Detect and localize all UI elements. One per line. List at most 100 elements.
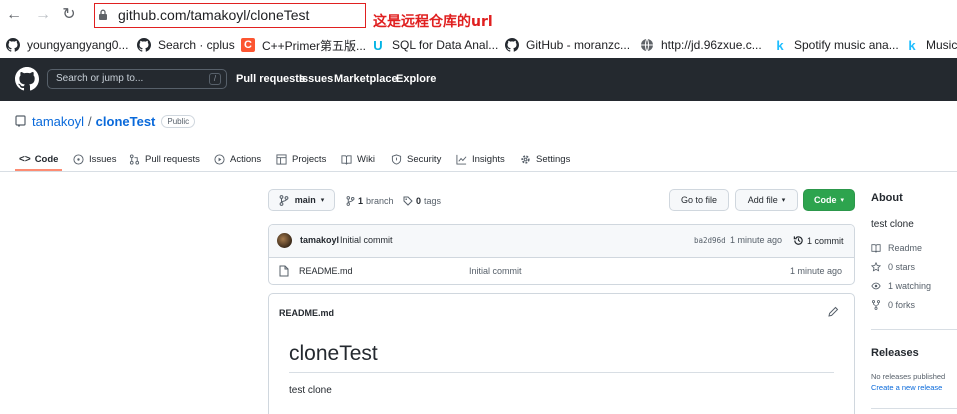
bookmark-item[interactable]: C C++Primer第五版... bbox=[241, 36, 366, 54]
tab-security[interactable]: Security bbox=[391, 151, 441, 167]
forks-link[interactable]: 0 forks bbox=[871, 300, 915, 310]
chevron-down-icon: ▾ bbox=[840, 197, 844, 204]
create-release-link[interactable]: Create a new release bbox=[871, 383, 942, 392]
github-icon bbox=[137, 38, 151, 52]
lock-icon bbox=[99, 9, 107, 20]
search-input[interactable]: Search or jump to... / bbox=[47, 69, 227, 89]
watching-link[interactable]: 1 watching bbox=[871, 281, 931, 291]
tag-icon bbox=[403, 196, 413, 206]
bookmark-item[interactable]: youngyangyang0... bbox=[6, 36, 128, 54]
repo-separator: / bbox=[88, 113, 92, 129]
address-text: github.com/tamakoyl/cloneTest bbox=[118, 7, 310, 23]
url-annotation: 这是远程仓库的url bbox=[373, 14, 493, 30]
visibility-badge: Public bbox=[161, 114, 196, 128]
graph-icon bbox=[456, 154, 467, 165]
file-name-link[interactable]: README.md bbox=[299, 266, 353, 276]
stars-link[interactable]: 0 stars bbox=[871, 262, 915, 272]
active-tab-underline bbox=[15, 169, 62, 171]
shield-icon bbox=[391, 153, 402, 165]
globe-icon bbox=[641, 38, 653, 52]
tab-code[interactable]: <> Code bbox=[19, 151, 58, 167]
book-icon bbox=[871, 244, 881, 253]
tab-pull-requests[interactable]: Pull requests bbox=[129, 151, 200, 167]
tags-link[interactable]: 0 tags bbox=[403, 194, 441, 208]
bookmark-item[interactable]: k Spotify music ana... bbox=[773, 36, 898, 54]
avatar[interactable] bbox=[277, 233, 292, 248]
file-time: 1 minute ago bbox=[790, 266, 843, 276]
branch-icon bbox=[346, 196, 355, 206]
tab-insights[interactable]: Insights bbox=[456, 151, 505, 167]
tab-projects[interactable]: Projects bbox=[276, 151, 326, 167]
repo-name-link[interactable]: cloneTest bbox=[96, 114, 156, 129]
commit-message[interactable]: Initial commit bbox=[340, 235, 393, 245]
table-row: README.md Initial commit 1 minute ago bbox=[269, 258, 854, 284]
sidebar-divider bbox=[871, 329, 957, 330]
commit-sha[interactable]: ba2d96d bbox=[694, 236, 726, 245]
nav-pull-requests[interactable]: Pull requests bbox=[236, 73, 305, 85]
nav-marketplace[interactable]: Marketplace bbox=[334, 73, 398, 85]
fork-icon bbox=[872, 300, 880, 310]
commit-time: 1 minute ago bbox=[730, 235, 783, 245]
branch-select-button[interactable]: main ▾ bbox=[268, 189, 335, 211]
issue-icon bbox=[73, 153, 84, 165]
code-button[interactable]: Code ▾ bbox=[803, 189, 855, 211]
file-list: tamakoyl Initial commit ba2d96d 1 minute… bbox=[268, 224, 855, 285]
commit-count-link[interactable]: 1 commit bbox=[793, 235, 844, 246]
repo-description: test clone bbox=[871, 219, 914, 230]
tab-issues[interactable]: Issues bbox=[73, 151, 116, 167]
book-icon bbox=[341, 154, 352, 165]
kaggle-icon: k bbox=[908, 37, 916, 53]
nav-explore[interactable]: Explore bbox=[396, 73, 436, 85]
file-commit-message[interactable]: Initial commit bbox=[469, 266, 522, 276]
branches-link[interactable]: 1 branch bbox=[346, 194, 394, 208]
readme-body: test clone bbox=[289, 385, 332, 396]
readme-link[interactable]: Readme bbox=[871, 243, 922, 253]
branch-icon bbox=[279, 194, 289, 206]
bookmark-item[interactable]: U SQL for Data Anal... bbox=[371, 36, 498, 54]
csdn-icon: C bbox=[241, 38, 255, 52]
tab-wiki[interactable]: Wiki bbox=[341, 151, 375, 167]
readme-panel: README.md cloneTest test clone bbox=[268, 293, 855, 414]
forward-icon[interactable]: → bbox=[34, 6, 52, 24]
chevron-down-icon: ▾ bbox=[320, 197, 325, 204]
code-icon: <> bbox=[19, 153, 31, 165]
go-to-file-button[interactable]: Go to file bbox=[669, 189, 729, 211]
about-heading: About bbox=[871, 192, 903, 204]
bookmark-item[interactable]: Search · cplus bbox=[137, 36, 235, 54]
udacity-icon: U bbox=[373, 37, 383, 53]
readme-header: README.md bbox=[279, 308, 335, 318]
github-icon bbox=[505, 38, 519, 52]
play-icon bbox=[214, 153, 225, 165]
github-logo-icon[interactable] bbox=[15, 67, 39, 91]
sidebar-divider bbox=[871, 408, 957, 409]
repo-title: tamakoyl / cloneTest Public bbox=[15, 111, 196, 131]
github-header: Search or jump to... / Pull requests Iss… bbox=[0, 58, 957, 101]
repo-icon bbox=[15, 115, 26, 127]
no-releases-text: No releases published bbox=[871, 372, 946, 381]
star-icon bbox=[871, 262, 881, 272]
commit-author[interactable]: tamakoyl bbox=[300, 235, 339, 245]
releases-heading[interactable]: Releases bbox=[871, 347, 919, 359]
tab-settings[interactable]: Settings bbox=[520, 151, 570, 167]
gear-icon bbox=[521, 154, 530, 164]
tab-actions[interactable]: Actions bbox=[214, 151, 261, 167]
reload-icon[interactable]: ↻ bbox=[60, 6, 78, 24]
latest-commit-row: tamakoyl Initial commit ba2d96d 1 minute… bbox=[269, 225, 854, 258]
readme-title: cloneTest bbox=[289, 342, 378, 365]
table-icon bbox=[276, 153, 287, 165]
bookmark-item[interactable]: k Music bbox=[905, 36, 957, 54]
pencil-icon[interactable] bbox=[827, 306, 839, 318]
history-icon bbox=[793, 236, 803, 245]
repo-owner-link[interactable]: tamakoyl bbox=[32, 114, 84, 129]
nav-issues[interactable]: Issues bbox=[299, 73, 333, 85]
browser-toolbar: ← → ↻ github.com/tamakoyl/cloneTest 这是远程… bbox=[0, 0, 957, 33]
add-file-button[interactable]: Add file ▾ bbox=[735, 189, 798, 211]
pull-request-icon bbox=[129, 153, 140, 165]
readme-divider bbox=[289, 372, 834, 373]
back-icon[interactable]: ← bbox=[5, 6, 23, 24]
bookmark-item[interactable]: http://jd.96zxue.c... bbox=[640, 36, 762, 54]
bookmark-item[interactable]: GitHub - moranzc... bbox=[505, 36, 630, 54]
chevron-down-icon: ▾ bbox=[781, 197, 786, 204]
repo-tabs: <> Code Issues Pull requests Actions Pro… bbox=[0, 146, 957, 172]
file-icon bbox=[279, 265, 289, 277]
